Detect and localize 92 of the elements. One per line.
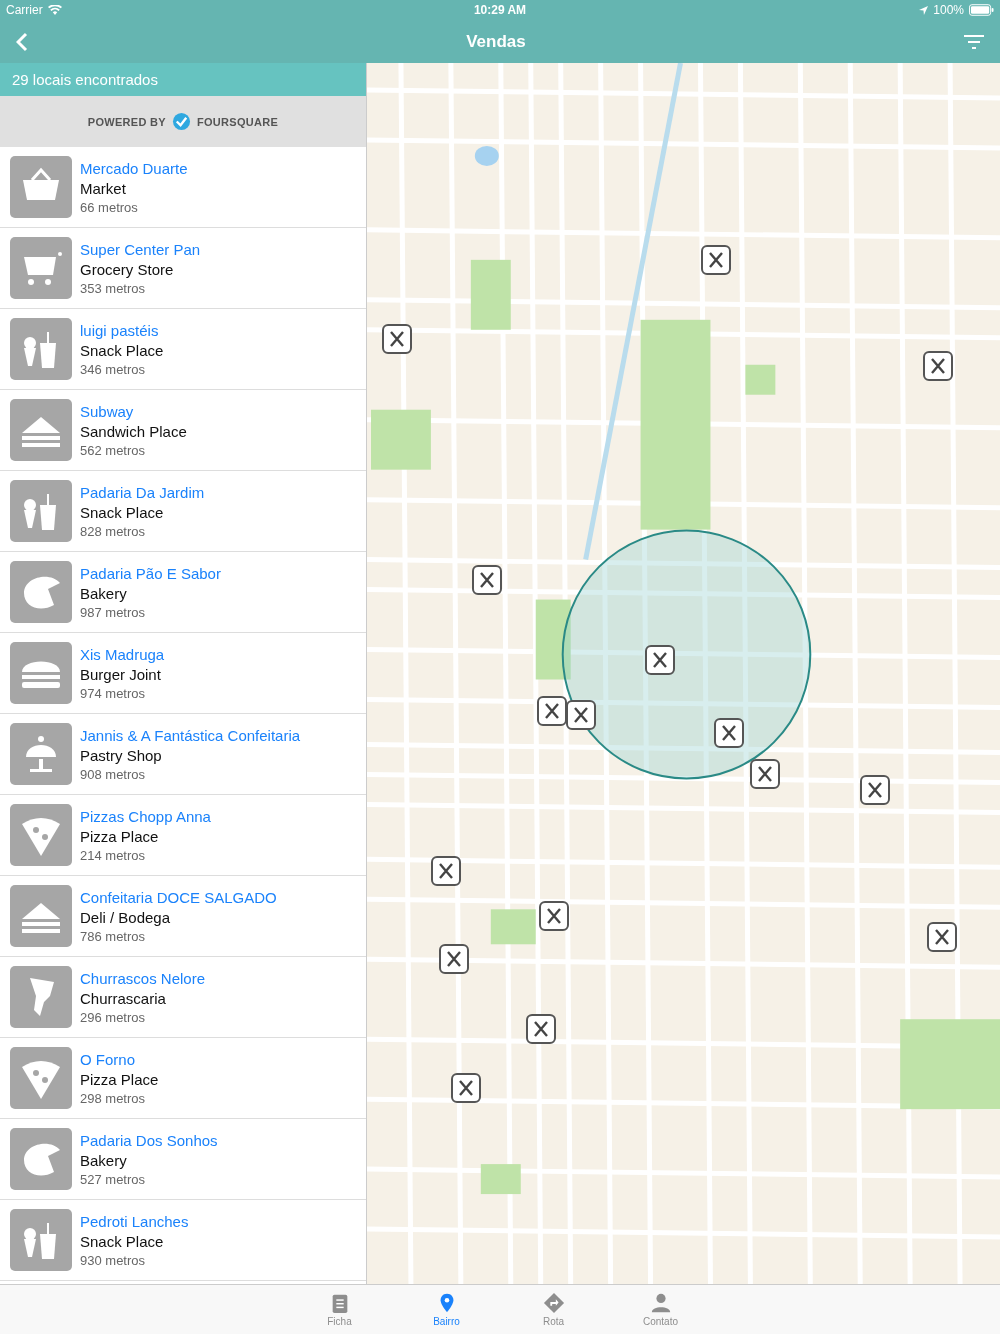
person-icon (649, 1292, 672, 1314)
battery-percentage: 100% (933, 3, 964, 17)
status-time: 10:29 AM (473, 3, 527, 17)
place-distance: 298 metros (80, 1090, 147, 1106)
place-category: Burger Joint (80, 665, 162, 683)
place-category: Bakery (80, 584, 128, 602)
place-distance: 908 metros (80, 766, 147, 782)
tab-bar-item[interactable]: Ficha (311, 1285, 368, 1334)
place-name[interactable]: Confeitaria DOCE SALGADO (80, 888, 277, 906)
category-snack-icon (10, 1209, 72, 1271)
place-category: Churrascaria (80, 989, 167, 1007)
place-distance: 974 metros (80, 685, 147, 701)
checkmark-badge-icon (171, 112, 191, 131)
battery-icon (969, 4, 994, 16)
category-basket-icon (10, 156, 72, 218)
place-distance: 214 metros (80, 847, 147, 863)
place-name[interactable]: Padaria Pão E Sabor (80, 564, 221, 582)
place-category: Pizza Place (80, 1070, 159, 1088)
place-item[interactable]: Confeitaria DOCE SALGADO Deli / Bodega 786 metros (0, 876, 366, 957)
place-distance: 987 metros (80, 604, 147, 620)
place-name[interactable]: Subway (80, 402, 187, 420)
place-name[interactable]: Jannis & A Fantástica Confeitaria (80, 726, 301, 744)
powered-by-label: POWERED BY (87, 115, 166, 128)
category-pizza-icon (10, 804, 72, 866)
category-snack-icon (10, 318, 72, 380)
place-item[interactable]: O Forno Pizza Place 298 metros (0, 1038, 366, 1119)
place-item[interactable]: Padaria Pão E Sabor Bakery 987 metros (0, 552, 366, 633)
place-category: Sandwich Place (80, 422, 187, 440)
place-item[interactable]: Jannis & A Fantástica Confeitaria Pastry Shop 908 metros (0, 714, 366, 795)
place-name[interactable]: Churrascos Nelore (80, 969, 206, 987)
place-distance: 562 metros (80, 442, 147, 458)
category-burger-icon (10, 642, 72, 704)
place-distance: 527 metros (80, 1171, 147, 1187)
place-name[interactable]: Xis Madruga (80, 645, 165, 663)
place-distance: 296 metros (80, 1009, 147, 1025)
tab-bar-item[interactable]: Contato (632, 1285, 689, 1334)
place-item[interactable]: Subway Sandwich Place 562 metros (0, 390, 366, 471)
provider-label: FOURSQUARE (196, 115, 279, 128)
place-category: Snack Place (80, 1232, 165, 1250)
place-distance: 930 metros (80, 1252, 147, 1268)
place-distance: 66 metros (80, 199, 139, 215)
place-name[interactable]: Pedroti Lanches (80, 1212, 189, 1230)
wifi-icon (47, 4, 62, 16)
location-arrow-icon (919, 5, 929, 15)
place-name[interactable]: Padaria Da Jardim (80, 483, 205, 501)
category-cake-icon (10, 723, 72, 785)
place-name[interactable]: Mercado Duarte (80, 159, 188, 177)
park-area (745, 364, 776, 395)
place-distance: 828 metros (80, 523, 147, 539)
place-name[interactable]: Padaria Dos Sonhos (80, 1131, 218, 1149)
park-area (490, 909, 536, 945)
place-category: Market (80, 179, 127, 197)
place-name[interactable]: luigi pastéis (80, 321, 164, 339)
screen-title: Vendas (466, 31, 526, 52)
park-area (470, 259, 511, 330)
place-item[interactable]: luigi pastéis Snack Place 346 metros (0, 309, 366, 390)
place-name[interactable]: O Forno (80, 1050, 159, 1068)
tab-bar-item[interactable]: Rota (525, 1285, 582, 1334)
place-distance: 346 metros (80, 361, 147, 377)
place-item[interactable]: Xis Madruga Burger Joint 974 metros (0, 633, 366, 714)
place-category: Pastry Shop (80, 746, 163, 764)
park-area (371, 409, 431, 470)
category-pizza-icon (10, 1047, 72, 1109)
place-item[interactable]: Pizzas Chopp Anna Pizza Place 214 metros (0, 795, 366, 876)
place-item[interactable]: Super Center Pan Grocery Store 353 metros (0, 228, 366, 309)
place-distance: 353 metros (80, 280, 147, 296)
lake-shape (474, 145, 499, 166)
place-category: Snack Place (80, 503, 165, 521)
place-name[interactable]: Pizzas Chopp Anna (80, 807, 211, 825)
park-area (480, 1164, 521, 1195)
carrier-label: Carrier (6, 3, 43, 17)
results-count: 29 locais encontrados (0, 63, 366, 96)
category-cart-icon (10, 237, 72, 299)
place-category: Snack Place (80, 341, 164, 359)
filter-icon (964, 34, 984, 49)
place-item[interactable]: Churrascos Nelore Churrascaria 296 metros (0, 957, 366, 1038)
category-sandwich-icon (10, 885, 72, 947)
tab-bar-item[interactable]: Bairro (418, 1285, 475, 1334)
category-sandwich-icon (10, 399, 72, 461)
place-distance: 786 metros (80, 928, 147, 944)
place-category: Bakery (80, 1151, 128, 1169)
chevron-left-icon (16, 31, 28, 52)
place-category: Grocery Store (80, 260, 175, 278)
place-category: Deli / Bodega (80, 908, 172, 926)
place-item[interactable]: Padaria Da Jardim Snack Place 828 metros (0, 471, 366, 552)
place-item[interactable]: Padaria Dos Sonhos Bakery 527 metros (0, 1119, 366, 1200)
place-item[interactable]: Pedroti Lanches Snack Place 930 metros (0, 1200, 366, 1281)
place-name[interactable]: Super Center Pan (80, 240, 201, 258)
route-sign-icon (542, 1292, 565, 1314)
place-item[interactable]: Mercado Duarte Market 66 metros (0, 147, 366, 228)
category-snack-icon (10, 480, 72, 542)
place-category: Pizza Place (80, 827, 160, 845)
